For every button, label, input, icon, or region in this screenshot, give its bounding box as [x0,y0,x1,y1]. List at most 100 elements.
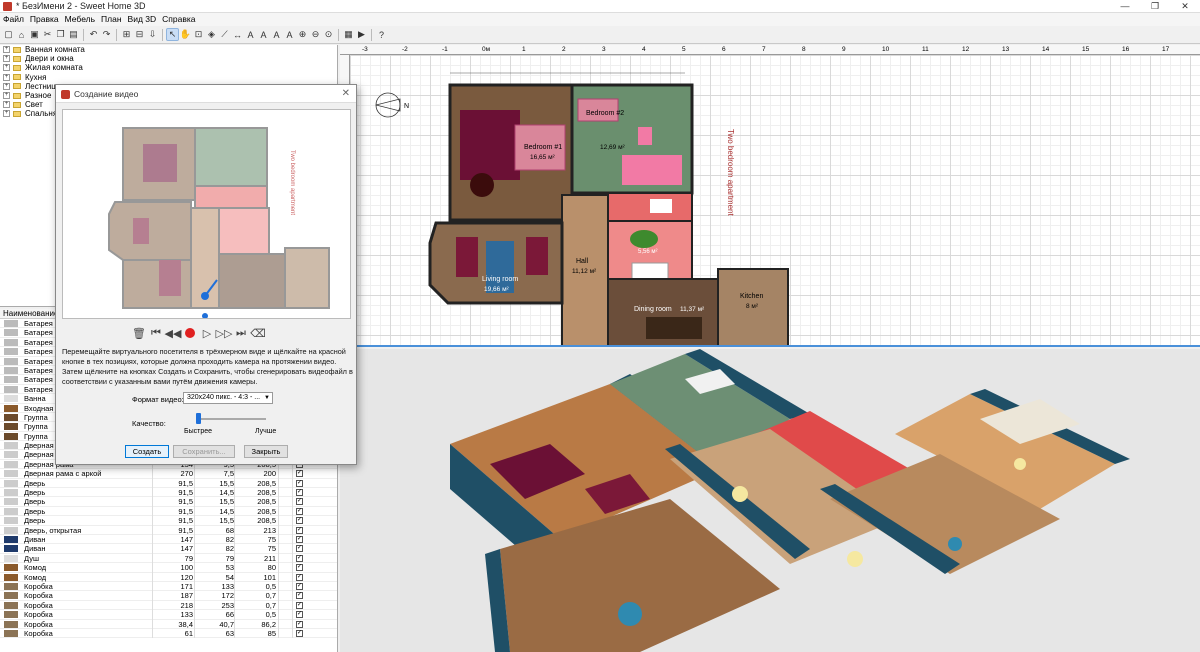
help-icon[interactable]: ? [376,29,387,40]
table-row[interactable]: Коробка 187 172 0,7 ✓ [0,591,337,601]
create-button[interactable]: Создать [125,445,169,458]
go-to-end-icon[interactable]: ⏭ [234,326,248,340]
catalog-category[interactable]: + Двери и окна [0,54,337,63]
3d-view[interactable] [340,349,1200,652]
redo-icon[interactable]: ↷ [101,29,112,40]
minimize-button[interactable]: — [1110,0,1140,13]
visible-checkbox[interactable]: ✓ [296,498,303,506]
expand-icon[interactable]: + [3,73,10,81]
visible-checkbox[interactable]: ✓ [296,564,303,572]
zoom-out-icon[interactable]: ⊖ [310,29,321,40]
expand-icon[interactable]: + [3,64,10,72]
quality-slider[interactable] [196,413,266,424]
play-icon[interactable]: ▷ [200,326,214,340]
add-text-icon[interactable]: A [245,29,256,40]
table-row[interactable]: Коробка 218 253 0,7 ✓ [0,601,337,611]
visible-checkbox[interactable]: ✓ [296,470,303,478]
table-row[interactable]: Душ 79 79 211 ✓ [0,554,337,564]
column-name-header[interactable]: Наименование [3,309,58,318]
delete-points-icon[interactable]: 🗑 [132,326,146,340]
visible-checkbox[interactable]: ✓ [296,611,303,619]
menu-furniture[interactable]: Мебель [65,13,95,26]
table-row[interactable]: Коробка 38,4 40,7 86,2 ✓ [0,620,337,629]
save-button[interactable]: Сохранить... [173,445,235,458]
table-row[interactable]: Комод 120 54 101 ✓ [0,573,337,582]
import-icon[interactable]: ⇩ [147,29,158,40]
create-walls-icon[interactable]: ⊡ [193,29,204,40]
table-row[interactable]: Диван 147 82 75 ✓ [0,535,337,545]
table-row[interactable]: Дверь 91,5 14,5 208,5 ✓ [0,507,337,517]
catalog-category[interactable]: + Жилая комната [0,63,337,72]
visible-checkbox[interactable]: ✓ [296,592,303,600]
maximize-button[interactable]: ❐ [1140,0,1170,13]
new-icon[interactable]: ▢ [3,29,14,40]
table-row[interactable]: Коробка 61 63 85 ✓ [0,629,337,639]
visible-checkbox[interactable]: ✓ [296,554,303,562]
zoom-fit-icon[interactable]: ⊙ [323,29,334,40]
create-photo-icon[interactable]: ▦ [343,29,354,40]
visible-checkbox[interactable]: ✓ [296,573,303,581]
go-to-start-icon[interactable]: ⏮ [149,326,163,340]
create-rooms-icon[interactable]: ◈ [206,29,217,40]
visible-checkbox[interactable]: ✓ [296,545,303,553]
slider-thumb[interactable] [196,413,201,424]
video-format-select[interactable]: 320x240 пикс. - 4:3 - ... ▼ [183,392,273,404]
close-dialog-button[interactable]: Закрыть [244,445,288,458]
expand-icon[interactable]: + [3,82,10,90]
menu-file[interactable]: Файл [3,13,24,26]
menu-edit[interactable]: Правка [30,13,59,26]
visible-checkbox[interactable]: ✓ [296,620,303,628]
table-row[interactable]: Коробка 171 133 0,5 ✓ [0,582,337,592]
select-icon[interactable]: ↖ [166,28,179,41]
table-row[interactable]: Дверь 91,5 15,5 208,5 ✓ [0,479,337,489]
visible-checkbox[interactable]: ✓ [296,489,303,497]
pan-icon[interactable]: ✋ [180,29,191,40]
create-video-icon[interactable]: ▶ [356,29,367,40]
visible-checkbox[interactable]: ✓ [296,479,303,487]
decrease-text-icon[interactable]: A [284,29,295,40]
expand-icon[interactable]: + [3,46,10,54]
modify-text-icon[interactable]: A [258,29,269,40]
menu-help[interactable]: Справка [162,13,195,26]
save-icon[interactable]: ▣ [29,29,40,40]
record-icon[interactable] [183,326,197,340]
visible-checkbox[interactable]: ✓ [296,601,303,609]
copy-icon[interactable]: ❐ [55,29,66,40]
rewind-icon[interactable]: ◀◀ [165,326,182,340]
create-polylines-icon[interactable]: ⟋ [219,29,230,40]
open-icon[interactable]: ⌂ [16,29,27,40]
plan-grid[interactable]: N Bedroom #1 16,65 м² Bedroom #2 12,69 м… [350,55,1200,345]
expand-icon[interactable]: + [3,101,10,109]
fast-forward-icon[interactable]: ▷▷ [216,326,233,340]
menu-plan[interactable]: План [101,13,122,26]
eraser-icon[interactable]: ⌫ [250,326,266,340]
expand-icon[interactable]: + [3,110,10,118]
dialog-close-button[interactable]: ✕ [342,88,350,99]
table-row[interactable]: Коробка 133 66 0,5 ✓ [0,610,337,620]
increase-text-icon[interactable]: A [271,29,282,40]
close-button[interactable]: ✕ [1170,0,1200,13]
expand-icon[interactable]: + [3,55,10,63]
visible-checkbox[interactable]: ✓ [296,629,303,637]
delete-icon[interactable]: ⊟ [134,29,145,40]
table-row[interactable]: Дверь, открытая 91,5 68 213 ✓ [0,526,337,535]
plan-view[interactable]: -3-2-10м12345678910111213141516171819202… [340,45,1200,347]
table-row[interactable]: Дверь 91,5 14,5 208,5 ✓ [0,488,337,498]
menu-3d-view[interactable]: Вид 3D [128,13,157,26]
cut-icon[interactable]: ✂ [42,29,53,40]
visible-checkbox[interactable]: ✓ [296,517,303,525]
table-row[interactable]: Дверная рама с аркой 270 7,5 200 ✓ [0,469,337,479]
undo-icon[interactable]: ↶ [88,29,99,40]
table-row[interactable]: Дверь 91,5 15,5 208,5 ✓ [0,516,337,526]
expand-icon[interactable]: + [3,92,10,100]
paste-icon[interactable]: ▤ [68,29,79,40]
visible-checkbox[interactable]: ✓ [296,582,303,590]
visible-checkbox[interactable]: ✓ [296,535,303,543]
table-row[interactable]: Диван 147 82 75 ✓ [0,544,337,554]
table-row[interactable]: Дверь 91,5 15,5 208,5 ✓ [0,497,337,507]
visible-checkbox[interactable]: ✓ [296,526,303,534]
create-dimensions-icon[interactable]: ↔ [232,29,243,40]
add-furniture-icon[interactable]: ⊞ [121,29,132,40]
catalog-category[interactable]: + Кухня [0,73,337,82]
catalog-category[interactable]: + Ванная комната [0,45,337,54]
